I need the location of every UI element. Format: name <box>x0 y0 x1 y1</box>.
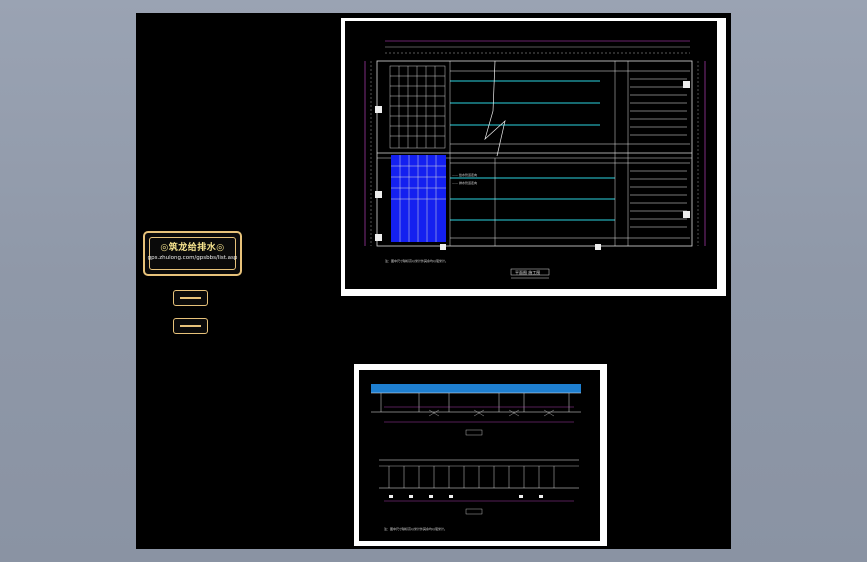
legend-item-drain: —— 排水管道走向 <box>452 181 477 185</box>
plan-drawing-frame: 平面图 施工图 注：图中尺寸除标高以米计外其余均以毫米计。 —— 给水管道走向 … <box>345 21 717 289</box>
plan-drawing-sheet[interactable]: 平面图 施工图 注：图中尺寸除标高以米计外其余均以毫米计。 —— 给水管道走向 … <box>341 18 726 296</box>
small-stamp-2 <box>173 318 208 334</box>
plan-note: 注：图中尺寸除标高以米计外其余均以毫米计。 <box>385 259 449 263</box>
plan-drawing-svg <box>364 40 706 279</box>
cad-model-space[interactable]: ◎筑龙给排水◎ gps.zhulong.com/gpsbbs/list.asp <box>136 13 731 549</box>
logo-url: gps.zhulong.com/gpsbbs/list.asp <box>147 255 238 261</box>
plan-title: 平面图 施工图 <box>515 270 541 275</box>
elevation-drawing-sheet[interactable]: 注：图中尺寸除标高以米计外其余均以毫米计。 <box>354 364 607 546</box>
logo-title: ◎筑龙给排水◎ <box>160 243 225 253</box>
elevation-note: 注：图中尺寸除标高以米计外其余均以毫米计。 <box>384 527 448 531</box>
elevation-drawing-svg <box>371 384 581 515</box>
zhulong-logo-stamp: ◎筑龙给排水◎ gps.zhulong.com/gpsbbs/list.asp <box>143 231 242 276</box>
small-stamp-1 <box>173 290 208 306</box>
legend-item-supply: —— 给水管道走向 <box>452 173 477 177</box>
elevation-drawing-frame: 注：图中尺寸除标高以米计外其余均以毫米计。 <box>359 370 600 541</box>
